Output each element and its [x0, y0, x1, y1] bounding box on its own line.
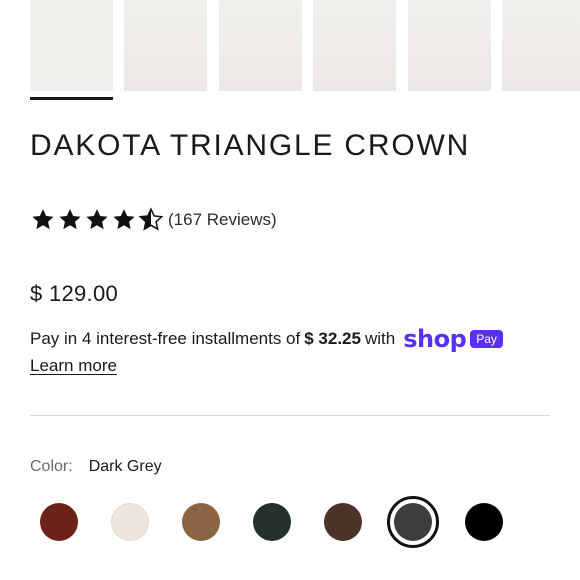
swatch-black[interactable]: [465, 503, 503, 541]
learn-more-link[interactable]: Learn more: [30, 356, 117, 376]
star-icon: [86, 209, 108, 230]
thumbnail-model-3[interactable]: [313, 0, 396, 91]
star-rating: [30, 207, 165, 233]
star-icon: [59, 209, 81, 230]
thumbnail-model-side[interactable]: [408, 0, 491, 91]
swatch-rust[interactable]: [40, 503, 78, 541]
installment-amount: $ 32.25: [304, 329, 361, 348]
swatch-brown[interactable]: [324, 503, 362, 541]
star-icon: [32, 209, 54, 230]
thumbnail-model-back[interactable]: [502, 0, 580, 91]
swatch-dark-grey-fill: [394, 503, 432, 541]
swatch-cream[interactable]: [111, 503, 149, 541]
half-star-icon: [138, 207, 164, 231]
installments-with-text: with: [364, 329, 396, 348]
installments-info: Pay in 4 interest-free installments of $…: [30, 327, 503, 351]
rating-row[interactable]: (167 Reviews): [30, 205, 277, 235]
swatch-green[interactable]: [253, 503, 291, 541]
active-thumbnail-indicator: [30, 97, 113, 100]
installments-text: Pay in 4 interest-free installments of: [30, 329, 301, 348]
pay-badge: Pay: [470, 329, 503, 349]
shop-pay-logo: shop: [403, 325, 467, 353]
color-selection-label: Color: Dark Grey: [30, 458, 162, 476]
product-title: DAKOTA TRIANGLE CROWN: [30, 129, 471, 162]
product-price: $ 129.00: [30, 281, 119, 306]
star-icon: [113, 209, 135, 230]
thumbnail-model-2[interactable]: [219, 0, 302, 91]
thumbnail-model-1[interactable]: [124, 0, 207, 91]
swatch-tan[interactable]: [182, 503, 220, 541]
image-gallery: [30, 0, 580, 100]
swatch-dark-grey-selected[interactable]: [387, 496, 439, 548]
divider: [30, 415, 550, 416]
color-label: Color:: [30, 458, 73, 475]
thumbnail-hat[interactable]: [30, 0, 113, 91]
reviews-count[interactable]: (167 Reviews): [168, 210, 277, 230]
color-value: Dark Grey: [88, 458, 162, 475]
